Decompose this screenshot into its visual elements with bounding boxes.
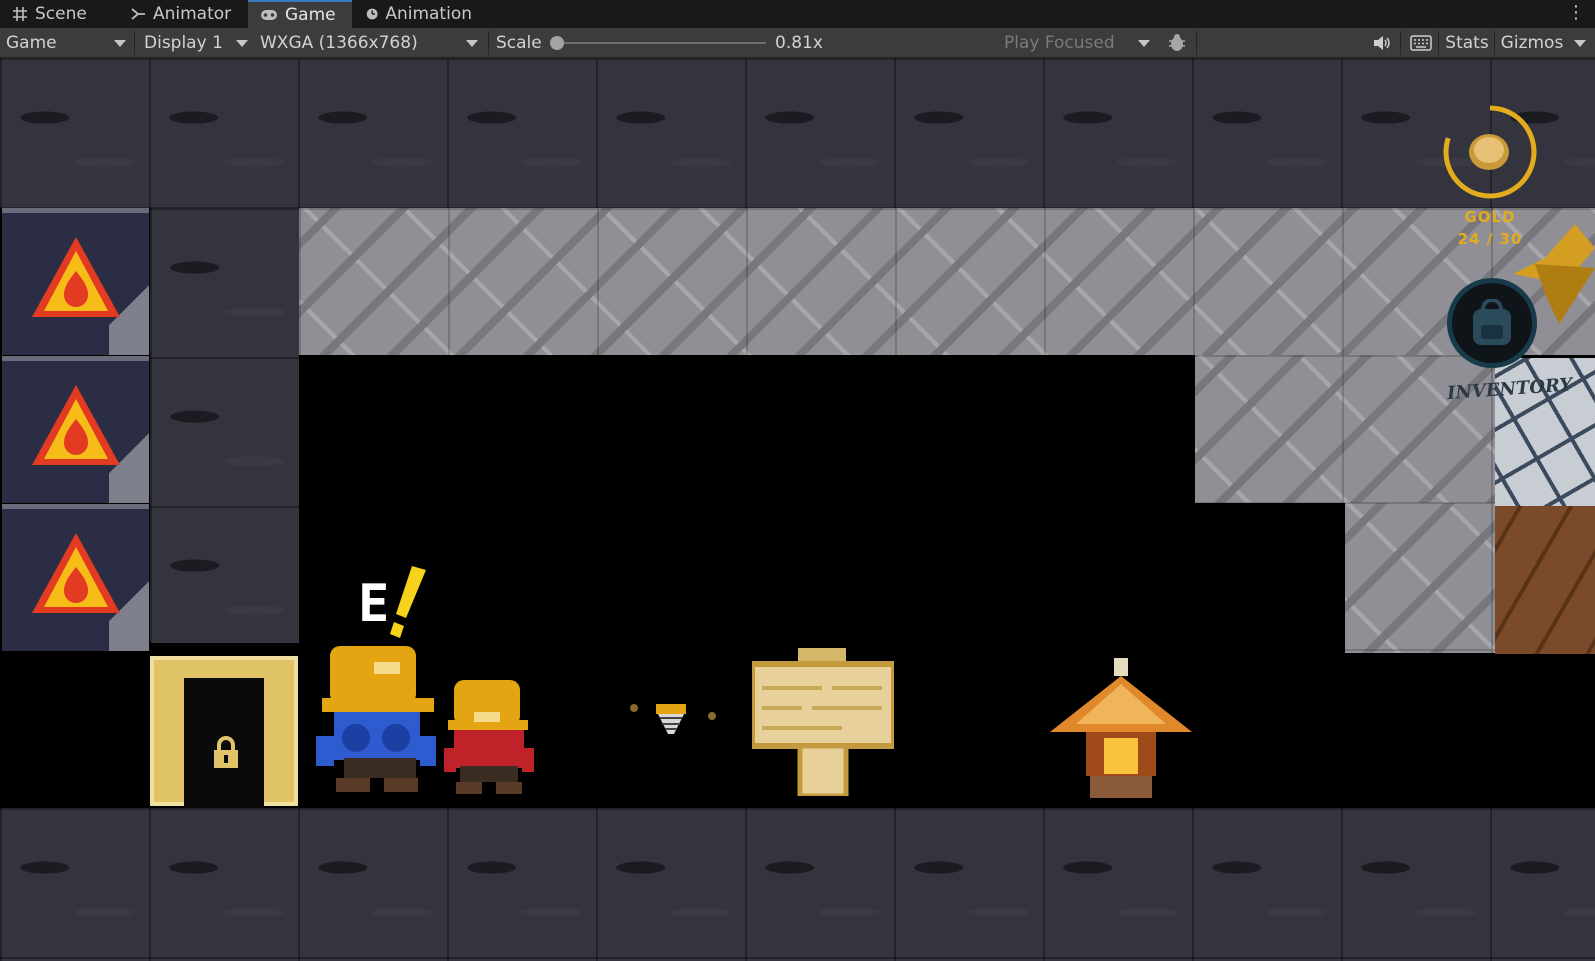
gamepad-icon [261, 10, 277, 20]
fire-hazard-tile [2, 504, 149, 651]
play-mode-dropdown[interactable]: Play Focused [998, 28, 1156, 58]
debug-toggle[interactable] [1166, 28, 1188, 58]
locked-door [150, 656, 298, 808]
chevron-down-icon [1574, 39, 1586, 47]
display-dropdown[interactable]: Display 1 [138, 28, 254, 58]
fire-hazard-tile [2, 208, 149, 355]
chevron-down-icon [1138, 39, 1150, 47]
display-value: Display 1 [144, 33, 223, 53]
game-viewport[interactable]: E GOLD 24 / 30 INVENTORY [0, 58, 1595, 961]
divider [1400, 31, 1401, 55]
stone-block [1195, 355, 1495, 503]
stone-block [1345, 503, 1495, 653]
game-view-toolbar: Game Display 1 WXGA (1366x768) Scale 0.8… [0, 28, 1595, 58]
scale-slider-handle[interactable] [550, 36, 564, 50]
wooden-signpost [752, 648, 894, 796]
chevron-down-icon [466, 39, 478, 47]
gold-coin-icon [1469, 134, 1509, 170]
tab-animation[interactable]: Animation [354, 0, 484, 28]
mine-lantern [1050, 658, 1192, 798]
tab-label: Scene [35, 4, 87, 24]
tab-animator[interactable]: Animator [118, 0, 248, 28]
dungeon-wall-top [0, 58, 1595, 208]
grid-icon [13, 7, 27, 21]
play-mode-value: Play Focused [1004, 33, 1115, 53]
divider [134, 31, 135, 55]
divider [1494, 31, 1495, 55]
chevron-down-icon [114, 39, 126, 47]
drill-bit-collectible [630, 704, 716, 734]
dungeon-wall-column [150, 208, 299, 643]
scale-slider-track[interactable] [558, 42, 766, 44]
scale-label: Scale [496, 33, 542, 53]
dirt-block [1495, 506, 1595, 654]
backpack-icon [1473, 299, 1511, 345]
bug-icon [1169, 34, 1185, 51]
keyboard-icon [1410, 35, 1432, 51]
tab-label: Animation [385, 4, 472, 24]
stone-ceiling-block [299, 208, 1595, 355]
chevron-down-icon [236, 39, 248, 47]
gizmos-button[interactable]: Gizmos [1499, 28, 1565, 58]
mute-audio-toggle[interactable] [1370, 28, 1394, 58]
fire-warning-icon [32, 533, 120, 613]
exclamation-icon [390, 566, 426, 638]
divider [488, 31, 489, 55]
more-options-icon[interactable]: ⋮ [1567, 2, 1585, 24]
speaker-icon [1374, 36, 1390, 50]
player-miner-character [316, 646, 436, 792]
tab-scene[interactable]: Scene [0, 0, 118, 28]
editor-tab-bar: Scene Animator Game Animation ⋮ [0, 0, 1595, 28]
gizmos-dropdown[interactable] [1570, 28, 1590, 58]
scale-value: 0.81x [775, 33, 823, 53]
padlock-icon [214, 736, 238, 768]
inventory-button[interactable] [1447, 278, 1537, 368]
tab-label: Game [285, 5, 336, 25]
stats-button[interactable]: Stats [1443, 28, 1491, 58]
dungeon-floor [0, 808, 1595, 961]
fire-warning-icon [32, 237, 120, 317]
clock-icon [366, 8, 378, 20]
companion-miner-character [444, 680, 534, 794]
view-mode-value: Game [6, 33, 57, 53]
resolution-dropdown[interactable]: WXGA (1366x768) [254, 28, 484, 58]
keyboard-shortcuts-toggle[interactable] [1408, 28, 1434, 58]
fire-warning-icon [32, 385, 120, 465]
view-mode-dropdown[interactable]: Game [0, 28, 132, 58]
resolution-value: WXGA (1366x768) [260, 33, 418, 53]
fire-hazard-tile [2, 356, 149, 503]
divider [1196, 31, 1197, 55]
tab-label: Animator [153, 4, 232, 24]
tab-game[interactable]: Game [248, 0, 352, 28]
divider [1438, 31, 1439, 55]
animator-icon [131, 8, 145, 20]
